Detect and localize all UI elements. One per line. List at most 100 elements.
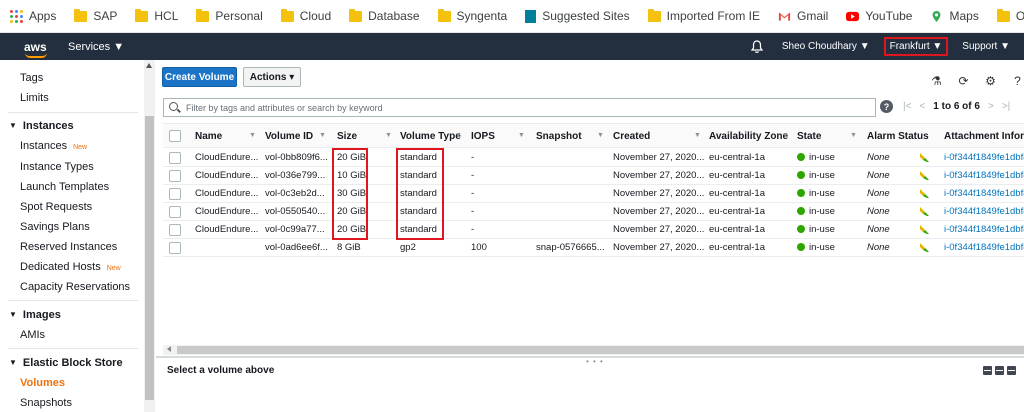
row-checkbox[interactable]: [169, 170, 181, 182]
sidebar-scrollbar[interactable]: [144, 60, 155, 412]
scroll-left-arrow-icon[interactable]: [167, 346, 171, 352]
bookmark-oracle[interactable]: Oracle: [996, 8, 1024, 23]
column-header-created[interactable]: Created: [613, 131, 650, 142]
sidebar-section-instances[interactable]: Instances: [9, 120, 74, 132]
cell-attachment-information[interactable]: i-0f344f1849fe1dbf8: [944, 170, 1024, 181]
prev-page-icon[interactable]: <: [919, 101, 925, 112]
layout-split-icon[interactable]: [995, 366, 1004, 375]
column-header-volume-id[interactable]: Volume ID: [265, 131, 313, 142]
first-page-icon[interactable]: |<: [903, 101, 911, 112]
filter-help-icon[interactable]: ?: [880, 100, 893, 113]
column-header-iops[interactable]: IOPS: [471, 131, 495, 142]
cell-attachment-information[interactable]: i-0f344f1849fe1dbf8: [944, 152, 1024, 163]
column-header-snapshot[interactable]: Snapshot: [536, 131, 582, 142]
sort-icon[interactable]: ▼: [455, 132, 462, 139]
row-checkbox[interactable]: [169, 206, 181, 218]
bookmark-imported-from-ie[interactable]: Imported From IE: [647, 8, 760, 23]
bookmark-youtube[interactable]: YouTube: [846, 9, 912, 23]
sidebar-item-tags[interactable]: Tags: [20, 72, 43, 84]
column-header-alarm-status[interactable]: Alarm Status: [867, 131, 929, 142]
last-page-icon[interactable]: >|: [1002, 101, 1010, 112]
row-checkbox[interactable]: [169, 224, 181, 236]
sidebar-item-amis[interactable]: AMIs: [20, 329, 45, 341]
bookmark-database[interactable]: Database: [349, 8, 420, 23]
row-checkbox[interactable]: [169, 152, 181, 164]
filter-input[interactable]: Filter by tags and attributes or search …: [163, 98, 876, 117]
sort-icon[interactable]: ▼: [694, 132, 701, 139]
column-header-volume-type[interactable]: Volume Type: [400, 131, 461, 142]
cell-attachment-information[interactable]: i-0f344f1849fe1dbf8: [944, 242, 1024, 253]
region-selector[interactable]: Frankfurt ▼: [883, 37, 949, 56]
table-row[interactable]: CloudEndure... vol-0c3eb2d... 30 GiB standa…: [163, 185, 1024, 203]
bell-icon[interactable]: [750, 39, 764, 54]
sidebar-item-dedicated-hosts[interactable]: Dedicated Hosts New: [20, 261, 121, 273]
create-alarm-icon[interactable]: [919, 242, 930, 253]
services-menu[interactable]: Services ▼: [68, 41, 124, 53]
layout-bottom-icon[interactable]: [983, 366, 992, 375]
create-alarm-icon[interactable]: [919, 170, 930, 181]
support-menu[interactable]: Support ▼: [962, 41, 1010, 52]
table-row[interactable]: CloudEndure... vol-0550540... 20 GiB standa…: [163, 203, 1024, 221]
create-alarm-icon[interactable]: [919, 188, 930, 199]
sidebar-item-volumes[interactable]: Volumes: [20, 377, 65, 389]
column-header-size[interactable]: Size: [337, 131, 357, 142]
row-checkbox[interactable]: [169, 188, 181, 200]
scroll-up-arrow-icon[interactable]: [146, 63, 152, 68]
bookmark-suggested-sites[interactable]: Suggested Sites: [525, 9, 630, 23]
bookmark-apps[interactable]: Apps: [10, 9, 56, 23]
bookmark-syngenta[interactable]: Syngenta: [437, 8, 507, 23]
sidebar-section-images[interactable]: Images: [9, 309, 61, 321]
bookmark-sap[interactable]: SAP: [74, 8, 117, 23]
sidebar-item-capacity-reservations[interactable]: Capacity Reservations: [20, 281, 130, 293]
table-row[interactable]: CloudEndure... vol-036e799... 10 GiB standa…: [163, 167, 1024, 185]
bookmark-hcl[interactable]: HCL: [135, 8, 178, 23]
sidebar-item-instance-types[interactable]: Instance Types: [20, 161, 94, 173]
table-horizontal-scrollbar[interactable]: [163, 345, 1024, 355]
table-row[interactable]: CloudEndure... vol-0c99a77... 20 GiB standa…: [163, 221, 1024, 239]
create-alarm-icon[interactable]: [919, 206, 930, 217]
select-all-checkbox[interactable]: [169, 130, 181, 142]
sidebar-item-snapshots[interactable]: Snapshots: [20, 397, 72, 409]
actions-button[interactable]: Actions ▾: [243, 67, 301, 87]
table-row[interactable]: vol-0ad6ee6f... 8 GiB gp2 100 snap-0576665..…: [163, 239, 1024, 257]
aws-logo[interactable]: aws: [24, 41, 50, 58]
flask-icon[interactable]: ⚗: [930, 74, 943, 88]
refresh-icon[interactable]: ⟳: [957, 74, 970, 88]
sidebar-item-instances[interactable]: Instances New: [20, 140, 87, 152]
sidebar-item-savings-plans[interactable]: Savings Plans: [20, 221, 90, 233]
column-header-attachment-information[interactable]: Attachment Informa: [944, 131, 1024, 142]
bookmark-personal[interactable]: Personal: [196, 8, 263, 23]
sidebar-item-limits[interactable]: Limits: [20, 92, 49, 104]
user-menu[interactable]: Sheo Choudhary ▼: [782, 41, 870, 52]
sort-icon[interactable]: ▼: [597, 132, 604, 139]
column-header-availability-zone[interactable]: Availability Zone: [709, 131, 788, 142]
sidebar-section-elastic-block-store[interactable]: Elastic Block Store: [9, 357, 123, 369]
next-page-icon[interactable]: >: [988, 101, 994, 112]
bookmark-maps[interactable]: Maps: [930, 9, 979, 23]
cell-attachment-information[interactable]: i-0f344f1849fe1dbf8: [944, 224, 1024, 235]
create-alarm-icon[interactable]: [919, 224, 930, 235]
bookmark-gmail[interactable]: Gmail: [778, 9, 828, 23]
row-checkbox[interactable]: [169, 242, 181, 254]
table-scroll-thumb[interactable]: [177, 346, 1024, 354]
cell-attachment-information[interactable]: i-0f344f1849fe1dbf8: [944, 206, 1024, 217]
splitter-grip-icon[interactable]: • • •: [586, 357, 604, 366]
column-header-state[interactable]: State: [797, 131, 821, 142]
sidebar-item-launch-templates[interactable]: Launch Templates: [20, 181, 109, 193]
sidebar-item-reserved-instances[interactable]: Reserved Instances: [20, 241, 117, 253]
table-row[interactable]: CloudEndure... vol-0bb809f6... 20 GiB stand…: [163, 149, 1024, 167]
sort-icon[interactable]: ▼: [850, 132, 857, 139]
gear-icon[interactable]: ⚙: [984, 74, 997, 88]
sort-icon[interactable]: ▼: [385, 132, 392, 139]
create-alarm-icon[interactable]: [919, 152, 930, 163]
help-icon[interactable]: ?: [1011, 74, 1024, 88]
sort-icon[interactable]: ▼: [782, 132, 789, 139]
column-header-name[interactable]: Name: [195, 131, 222, 142]
sidebar-scroll-thumb[interactable]: [145, 116, 154, 400]
cell-attachment-information[interactable]: i-0f344f1849fe1dbf8: [944, 188, 1024, 199]
create-volume-button[interactable]: Create Volume: [162, 67, 237, 87]
layout-full-icon[interactable]: [1007, 366, 1016, 375]
sort-icon[interactable]: ▼: [319, 132, 326, 139]
sort-icon[interactable]: ▼: [249, 132, 256, 139]
sidebar-item-spot-requests[interactable]: Spot Requests: [20, 201, 92, 213]
